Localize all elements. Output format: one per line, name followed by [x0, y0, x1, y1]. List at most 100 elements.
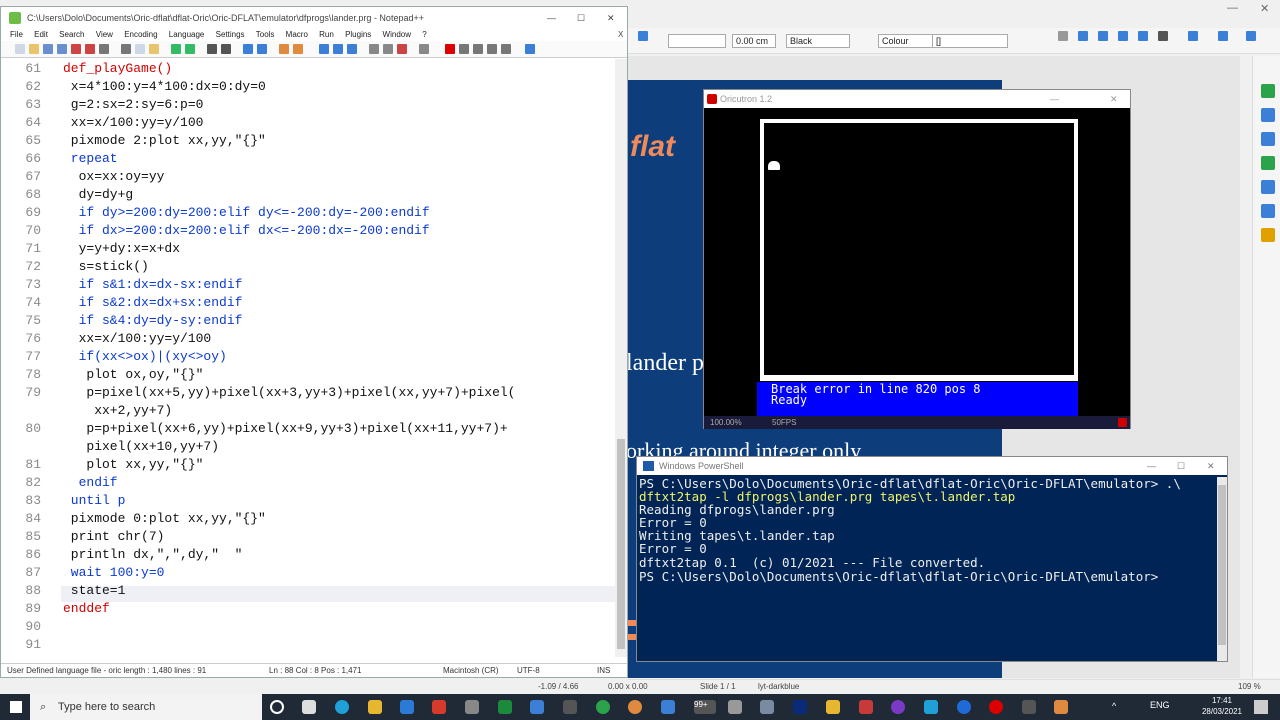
maximize-button[interactable]: ☐ — [577, 7, 585, 29]
code-line[interactable]: s=stick() — [63, 259, 149, 274]
notifications-icon[interactable] — [1254, 700, 1268, 714]
menu-search[interactable]: Search — [59, 29, 84, 41]
code-line[interactable]: println dx,",",dy," " — [63, 547, 243, 562]
ps-close-button[interactable]: ✕ — [1207, 457, 1215, 475]
scrollbar-thumb[interactable] — [617, 439, 625, 649]
rectangle-tool-icon[interactable] — [1118, 31, 1128, 41]
replace-icon[interactable] — [221, 44, 231, 54]
code-line[interactable]: g=2:sx=2:sy=6:p=0 — [63, 97, 204, 112]
ps-maximize-button[interactable]: ☐ — [1177, 457, 1185, 475]
animation-icon[interactable] — [1261, 204, 1275, 218]
file-explorer-icon[interactable] — [368, 700, 382, 714]
tray-chevron-icon[interactable]: ^ — [1112, 701, 1116, 711]
shapes-tool-icon[interactable] — [1188, 31, 1198, 41]
undo-icon[interactable] — [171, 44, 181, 54]
menu-file[interactable]: File — [10, 29, 23, 41]
code-line[interactable]: repeat — [63, 151, 118, 166]
clock-date[interactable]: 28/03/2021 — [1200, 707, 1244, 716]
function-list-icon[interactable] — [383, 44, 393, 54]
close-file-icon[interactable] — [71, 44, 81, 54]
code-line[interactable]: pixmode 0:plot xx,yy,"{}" — [63, 511, 266, 526]
mail-icon[interactable]: 99+ — [694, 700, 716, 714]
code-line[interactable]: endif — [63, 475, 118, 490]
office-icon[interactable] — [432, 700, 446, 714]
close-button[interactable]: ✕ — [607, 7, 615, 29]
github-icon[interactable] — [891, 700, 905, 714]
oric-minimize-button[interactable]: — — [1050, 90, 1059, 108]
align-icon[interactable] — [638, 31, 648, 41]
cut-icon[interactable] — [121, 44, 131, 54]
store-icon[interactable] — [400, 700, 414, 714]
cortana-icon[interactable] — [270, 700, 284, 714]
navigator-icon[interactable] — [1261, 156, 1275, 170]
line-tool-icon[interactable] — [1078, 31, 1088, 41]
code-line[interactable]: if(xx<>ox)|(xy<>oy) — [63, 349, 227, 364]
menu-macro[interactable]: Macro — [286, 29, 308, 41]
clock-time[interactable]: 17:41 — [1200, 696, 1244, 705]
code-line[interactable]: if s&4:dy=dy-sy:endif — [63, 313, 243, 328]
indent-guide-icon[interactable] — [347, 44, 357, 54]
styles-icon[interactable] — [1261, 108, 1275, 122]
code-line[interactable]: p=pixel(xx+5,yy)+pixel(xx+3,yy+3)+pixel(… — [63, 385, 515, 400]
line-style-select[interactable] — [668, 34, 726, 48]
save-macro-icon[interactable] — [501, 44, 511, 54]
chrome-icon[interactable] — [859, 700, 873, 714]
oric-close-button[interactable]: ✕ — [1110, 90, 1118, 108]
stop-macro-icon[interactable] — [459, 44, 469, 54]
menu-tools[interactable]: Tools — [256, 29, 275, 41]
app-minimize-button[interactable]: — — [1227, 2, 1238, 14]
code-line[interactable]: if s&2:dx=dx+sx:endif — [63, 295, 243, 310]
play-macro-icon[interactable] — [473, 44, 483, 54]
menu-plugins[interactable]: Plugins — [345, 29, 371, 41]
fill-mode-select[interactable]: Colour — [878, 34, 934, 48]
zoom-in-icon[interactable] — [243, 44, 253, 54]
vlc-icon[interactable] — [1054, 700, 1068, 714]
language-indicator[interactable]: ENG — [1150, 700, 1170, 710]
code-line[interactable]: enddef — [63, 601, 110, 616]
show-all-chars-icon[interactable] — [333, 44, 343, 54]
word-wrap-icon[interactable] — [319, 44, 329, 54]
menu-edit[interactable]: Edit — [34, 29, 48, 41]
code-line[interactable]: if dy>=200:dy=200:elif dy<=-200:dy=-200:… — [63, 205, 430, 220]
monitor-icon[interactable] — [728, 700, 742, 714]
oricutron-taskbar-icon[interactable] — [989, 700, 1003, 714]
text-tool-icon[interactable] — [1158, 31, 1168, 41]
task-view-icon[interactable] — [302, 700, 316, 714]
minimize-button[interactable]: — — [547, 7, 556, 29]
close-doc-button[interactable]: X — [618, 29, 623, 41]
print-icon[interactable] — [99, 44, 109, 54]
code-line[interactable]: if s&1:dx=dx-sx:endif — [63, 277, 243, 292]
start-icon[interactable] — [10, 701, 22, 713]
fill-color-select[interactable]: [] — [932, 34, 1008, 48]
code-line[interactable]: wait 100:y=0 — [63, 565, 165, 580]
copy-icon[interactable] — [135, 44, 145, 54]
ellipse-tool-icon[interactable] — [1138, 31, 1148, 41]
redo-icon[interactable] — [185, 44, 195, 54]
code-line[interactable]: xx+2,yy+7) — [63, 403, 172, 418]
xbox-icon[interactable] — [596, 700, 610, 714]
code-line[interactable]: pixel(xx+10,yy+7) — [63, 439, 219, 454]
menu-run[interactable]: Run — [319, 29, 334, 41]
code-line[interactable]: x=4*100:y=4*100:dx=0:dy=0 — [63, 79, 266, 94]
stars-tool-icon[interactable] — [1218, 31, 1228, 41]
monitoring-icon[interactable] — [419, 44, 429, 54]
close-all-icon[interactable] — [85, 44, 95, 54]
line-color-select[interactable]: Black — [786, 34, 850, 48]
sync-scroll-icon[interactable] — [279, 44, 289, 54]
code-line[interactable]: p=p+pixel(xx+6,yy)+pixel(xx+9,yy+3)+pixe… — [63, 421, 507, 436]
master-slides-icon[interactable] — [1261, 228, 1275, 242]
editor-scrollbar[interactable] — [615, 59, 627, 657]
save-icon[interactable] — [43, 44, 53, 54]
gallery-icon[interactable] — [1261, 132, 1275, 146]
zoom-out-icon[interactable] — [257, 44, 267, 54]
ps-prompt[interactable]: PS C:\Users\Dolo\Documents\Oric-dflat\df… — [639, 569, 1158, 584]
taskbar-search[interactable]: ⌕ Type here to search — [30, 694, 262, 720]
code-line[interactable]: dy=dy+g — [63, 187, 134, 202]
menu-language[interactable]: Language — [169, 29, 205, 41]
callouts-tool-icon[interactable] — [1246, 31, 1256, 41]
code-line[interactable]: def_playGame() — [63, 61, 172, 76]
new-file-icon[interactable] — [15, 44, 25, 54]
zoom-level[interactable]: 109 % — [1238, 682, 1261, 691]
record-macro-icon[interactable] — [445, 44, 455, 54]
settings-icon[interactable] — [628, 700, 642, 714]
